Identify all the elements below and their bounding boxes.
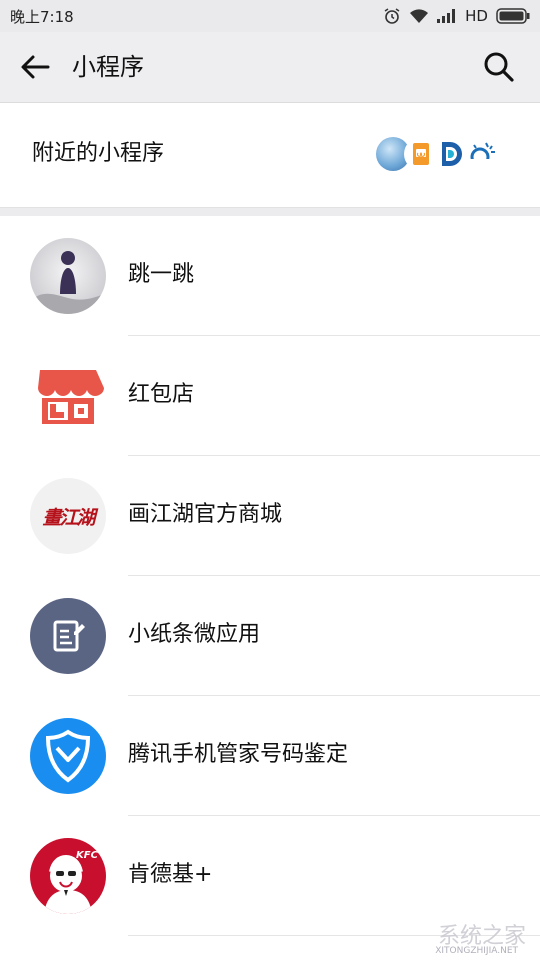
signal-icon [437,9,457,23]
battery-icon [496,8,530,24]
status-bar: 晚上7:18 HD [0,0,540,32]
nearby-mini-programs[interactable]: 附近的小程序 [0,103,540,208]
note-icon [30,598,106,674]
status-time: 晚上7:18 [10,8,74,26]
app-name: 小纸条微应用 [128,622,261,647]
list-item[interactable]: 小纸条微应用 [0,576,540,696]
mini-program-list: 跳一跳 红包店 畫江湖 画江湖官方商城 小纸条微应用 腾讯手机管家号码鉴定 KF… [0,216,540,960]
app-name: 肯德基+ [128,862,213,887]
nav-bar: 小程序 [0,32,540,103]
list-item[interactable]: 腾讯手机管家号码鉴定 [0,696,540,816]
app-name: 腾讯手机管家号码鉴定 [128,742,349,767]
sunrise-icon [466,137,500,171]
wifi-icon [409,8,429,24]
search-button[interactable] [482,50,516,84]
kfc-icon: KFC [30,838,106,914]
list-item[interactable]: 畫江湖 画江湖官方商城 [0,456,540,576]
section-divider [0,208,540,216]
list-item[interactable]: 红包店 [0,336,540,456]
app-name: 画江湖官方商城 [128,502,283,527]
app-name: 红包店 [128,382,195,407]
app-name: 跳一跳 [128,262,195,287]
back-button[interactable] [18,51,54,83]
page-title: 小程序 [72,53,144,81]
hua-jianghu-icon: 畫江湖 [30,478,106,554]
red-shop-icon [30,358,106,434]
nearby-icon-stack [376,137,500,173]
list-item[interactable]: 跳一跳 [0,216,540,336]
status-icons: HD [383,4,530,28]
kfc-logo-text: KFC [76,850,98,861]
search-icon [484,52,514,82]
alarm-icon [383,7,401,25]
watermark-url: XITONGZHIJIA.NET [435,946,518,956]
tencent-shield-icon [30,718,106,794]
hua-jianghu-logo-text: 畫江湖 [42,506,95,529]
wave-d-icon [434,137,468,171]
back-arrow-icon [21,55,50,79]
jump-jump-icon [30,238,106,314]
nearby-label: 附近的小程序 [32,141,165,166]
network-type: HD [465,7,488,25]
sim-card-icon [404,137,438,171]
